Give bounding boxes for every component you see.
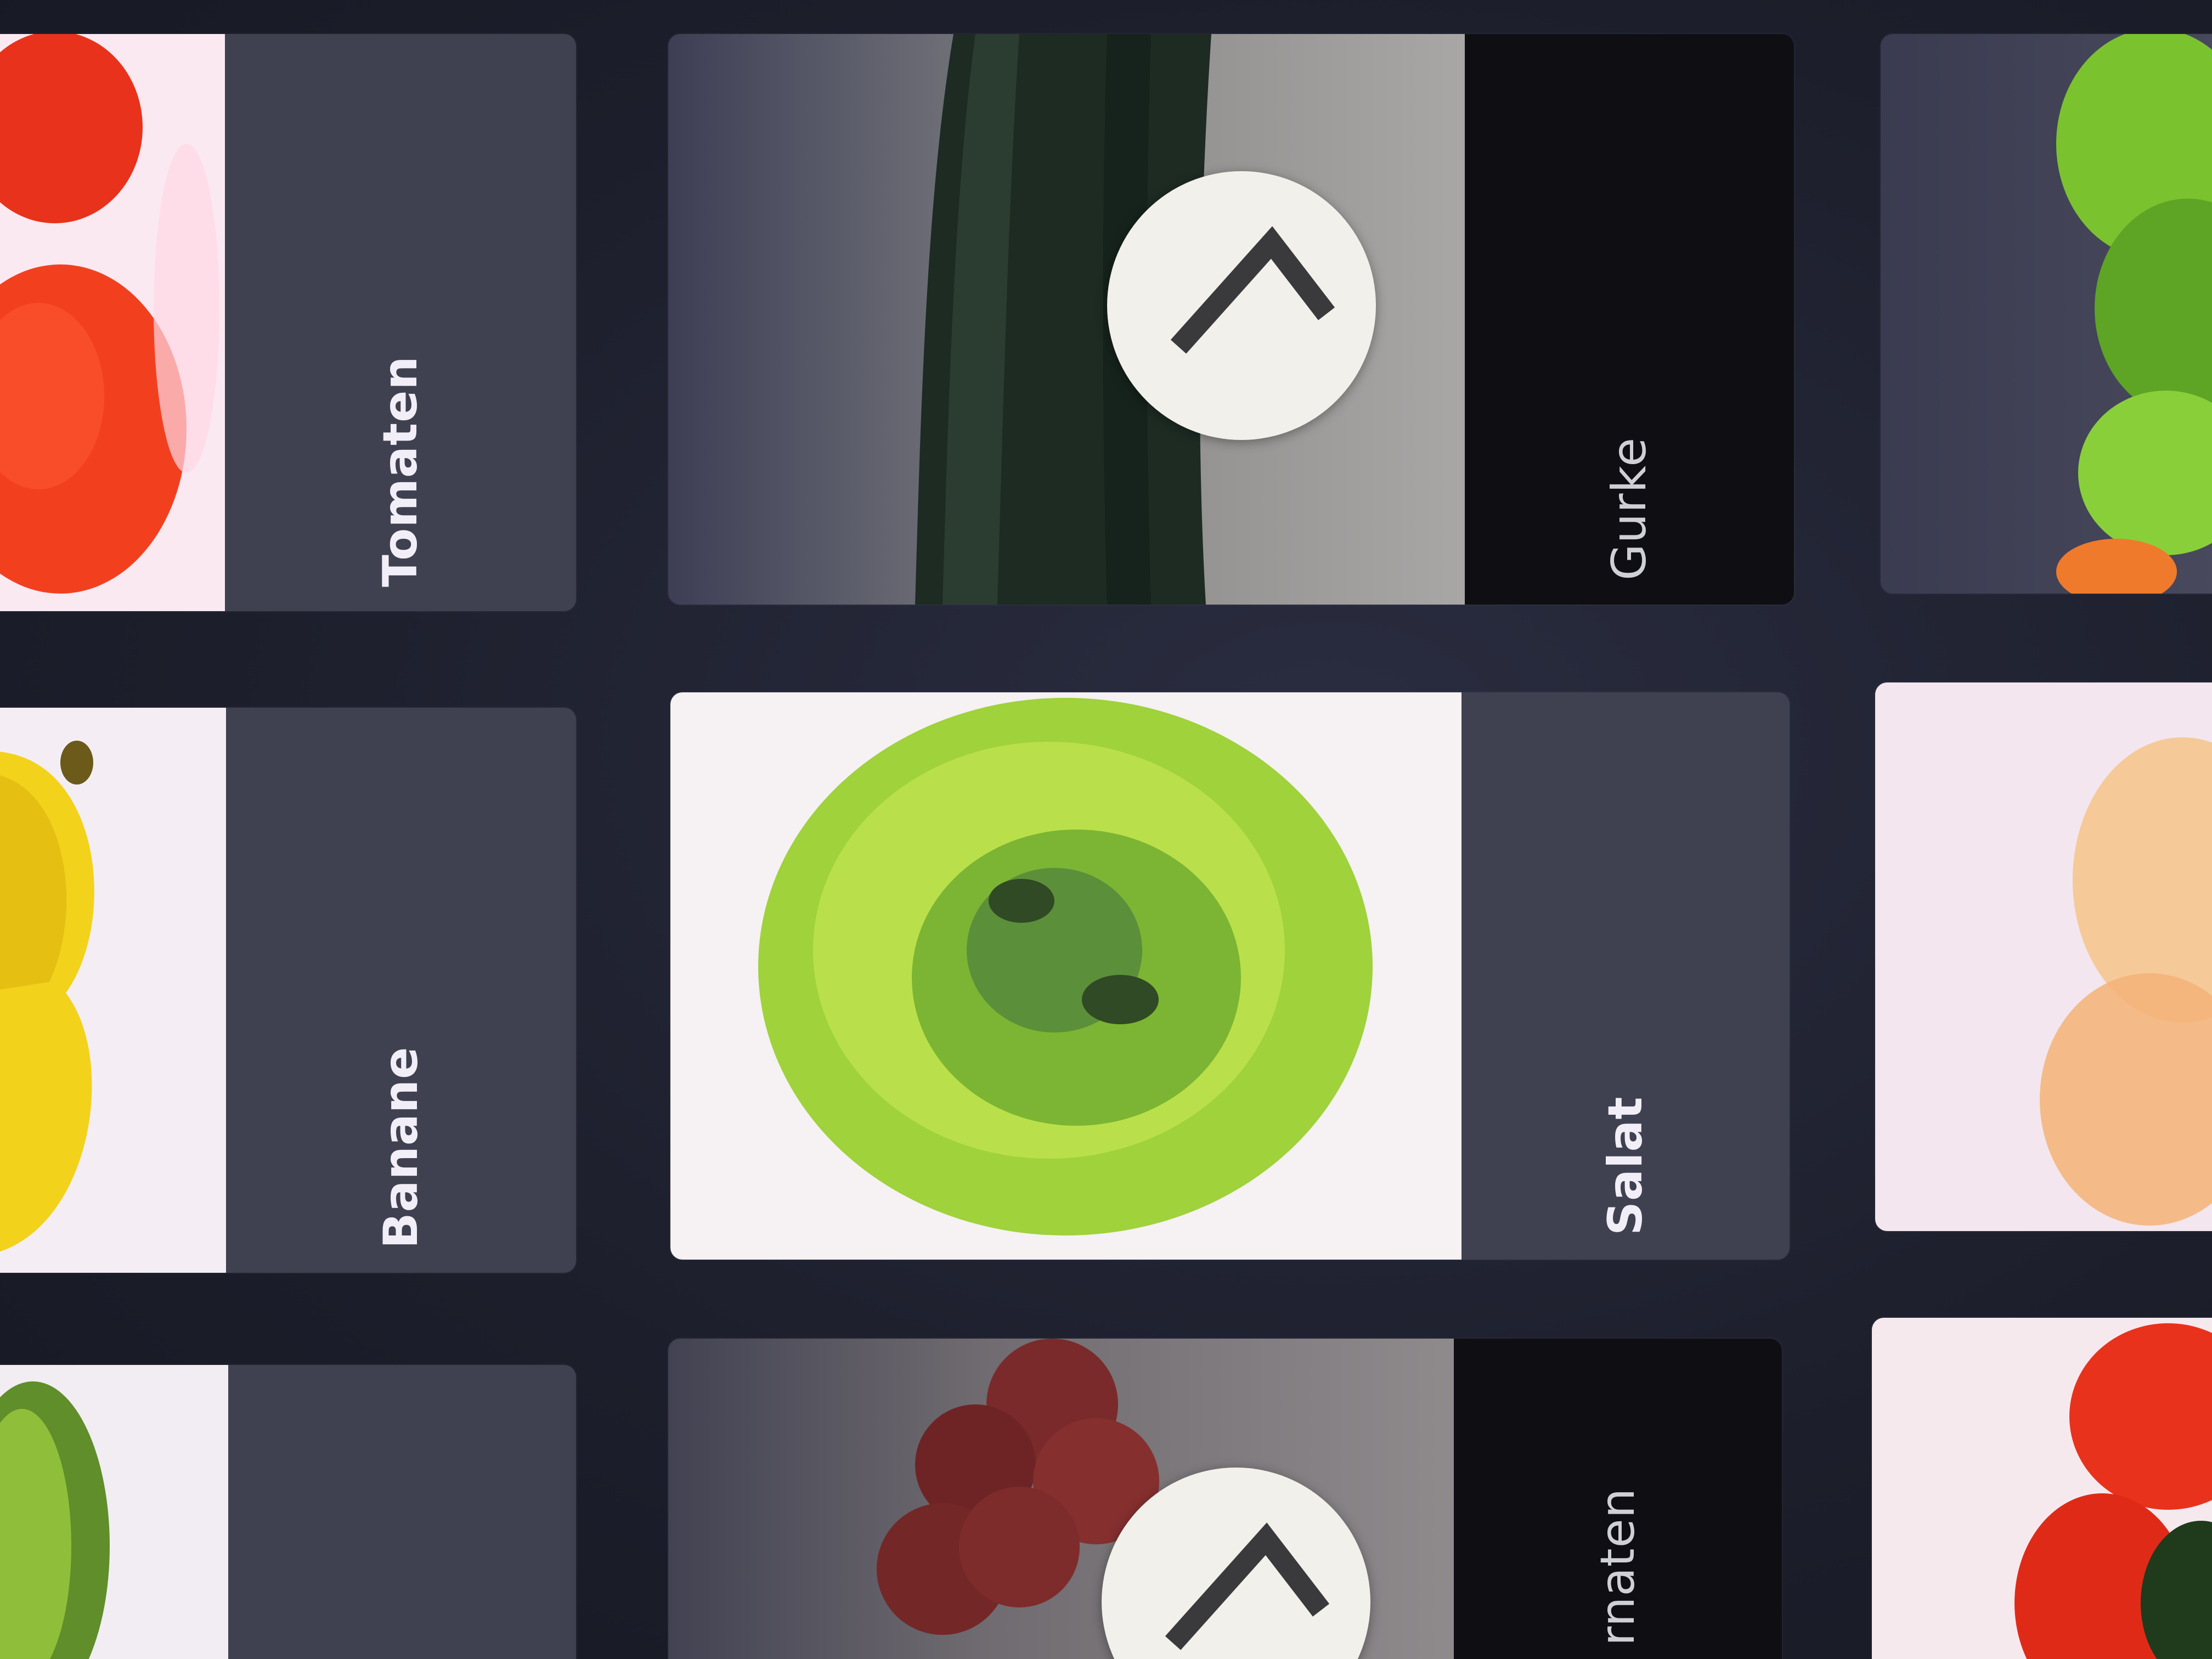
product-tile-herbs[interactable]	[1881, 34, 2212, 594]
product-tile-banane[interactable]: Banane	[0, 708, 576, 1273]
product-tile-tomaten[interactable]: Tomaten	[0, 34, 576, 611]
banana-photo	[0, 708, 226, 1273]
herbs-photo	[1881, 34, 2212, 594]
tile-label-strip: Tomaten	[225, 34, 576, 611]
product-tile-gurke[interactable]: Gurke	[668, 34, 1794, 605]
tile-label-strip: rnaten	[1454, 1339, 1782, 1659]
product-tile-pepper[interactable]	[1872, 1318, 2212, 1659]
open-details-button[interactable]	[1107, 171, 1376, 440]
peach-photo	[1875, 682, 2212, 1231]
chevron-right-icon	[1165, 1522, 1330, 1650]
tile-label: Tomaten	[373, 356, 428, 587]
product-tile-kiwi[interactable]	[0, 1365, 576, 1659]
tile-label: Gurke	[1602, 437, 1657, 580]
tile-label-strip: Salat	[1462, 692, 1790, 1260]
product-tile-grapes[interactable]: rnaten	[668, 1339, 1782, 1659]
tile-label-strip: Banane	[226, 708, 576, 1273]
open-details-button[interactable]	[1102, 1468, 1370, 1659]
tile-label-strip: Gurke	[1465, 34, 1794, 605]
tile-label-strip	[228, 1365, 576, 1659]
lettuce-photo	[670, 692, 1462, 1260]
chevron-right-icon	[1170, 226, 1335, 354]
product-tile-peach[interactable]	[1875, 682, 2212, 1231]
product-tile-salat[interactable]: Salat	[670, 692, 1790, 1260]
tile-label: Banane	[374, 1046, 428, 1249]
tile-label: rnaten	[1590, 1487, 1645, 1646]
tile-label: Salat	[1598, 1096, 1653, 1235]
tomato-photo	[0, 34, 225, 611]
pepper-photo	[1872, 1318, 2212, 1659]
product-grid-screen: Tomaten Gurke Banane Salat rnaten	[0, 0, 2212, 1659]
kiwi-photo	[0, 1365, 228, 1659]
